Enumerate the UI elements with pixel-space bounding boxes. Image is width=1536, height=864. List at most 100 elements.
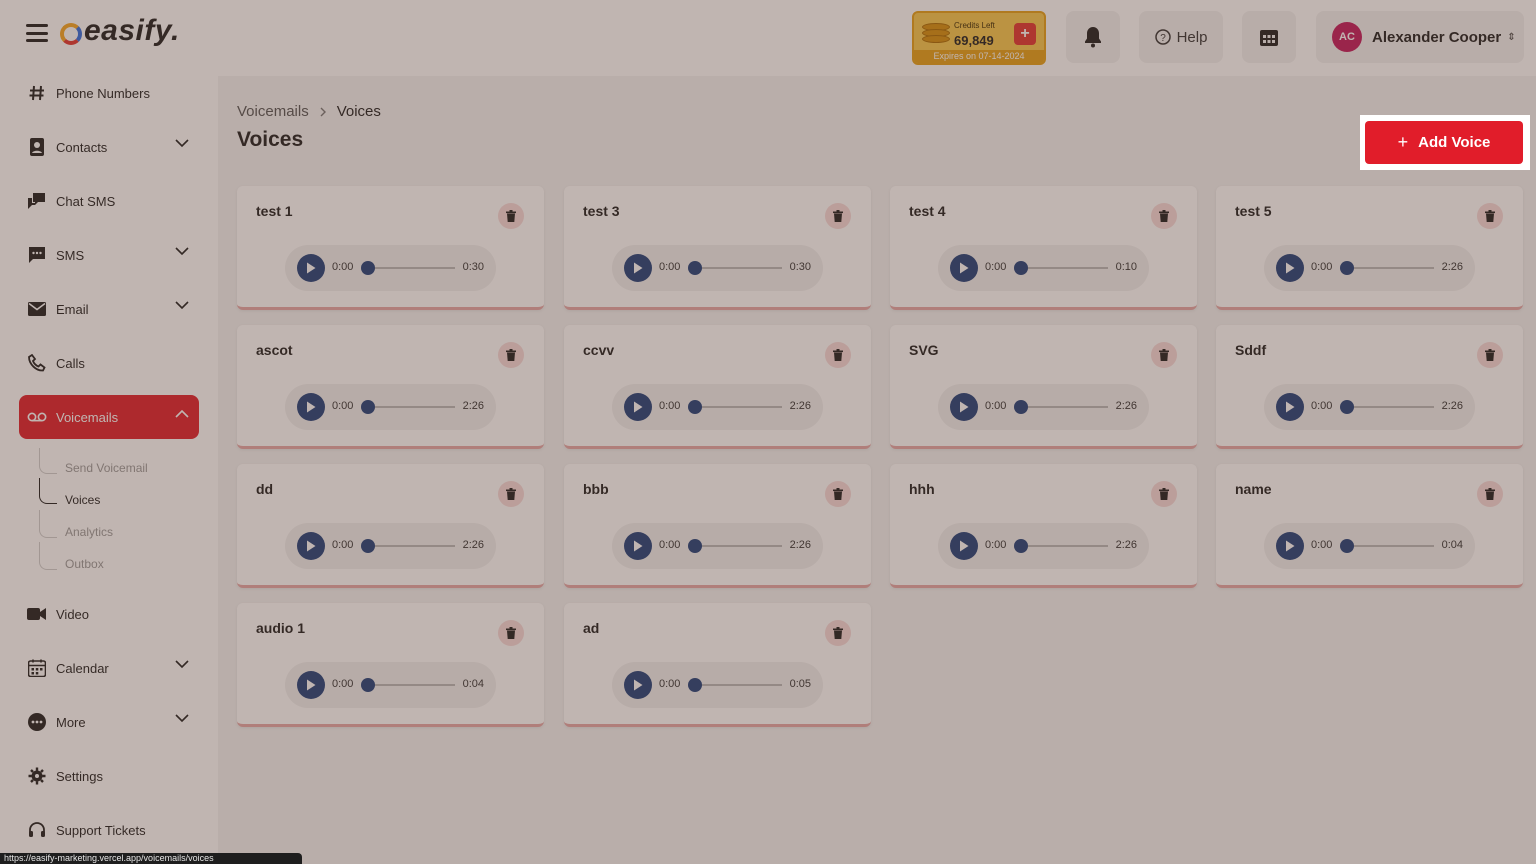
- menu-icon[interactable]: [26, 24, 48, 42]
- help-button[interactable]: ? Help: [1139, 11, 1223, 63]
- seek-track[interactable]: [1020, 267, 1108, 269]
- play-button[interactable]: [950, 254, 978, 282]
- sidebar-item-support-tickets[interactable]: Support Tickets: [19, 808, 199, 852]
- sidebar-item-calendar[interactable]: Calendar: [19, 646, 199, 690]
- seek-handle[interactable]: [688, 261, 702, 275]
- play-button[interactable]: [624, 532, 652, 560]
- seek-handle[interactable]: [361, 400, 375, 414]
- voice-card: test 3 0:00 0:30: [564, 186, 871, 310]
- delete-voice-button[interactable]: [1477, 481, 1503, 507]
- seek-handle[interactable]: [361, 261, 375, 275]
- sidebar-item-contacts[interactable]: Contacts: [19, 125, 199, 169]
- play-icon: [307, 679, 316, 691]
- play-button[interactable]: [1276, 254, 1304, 282]
- seek-handle[interactable]: [361, 678, 375, 692]
- calendar-button[interactable]: [1242, 11, 1296, 63]
- seek-track[interactable]: [367, 267, 455, 269]
- seek-track[interactable]: [694, 406, 782, 408]
- play-icon: [1286, 540, 1295, 552]
- current-time: 0:00: [332, 678, 354, 690]
- play-button[interactable]: [297, 671, 325, 699]
- seek-handle[interactable]: [361, 539, 375, 553]
- audio-player: 0:00 0:04: [285, 662, 496, 708]
- seek-track[interactable]: [1346, 267, 1434, 269]
- seek-track[interactable]: [694, 545, 782, 547]
- seek-handle[interactable]: [688, 400, 702, 414]
- sidebar-item-settings[interactable]: Settings: [19, 754, 199, 798]
- sidebar-subitem-analytics[interactable]: Analytics: [65, 525, 113, 539]
- play-button[interactable]: [297, 393, 325, 421]
- svg-text:?: ?: [1160, 33, 1166, 44]
- seek-handle[interactable]: [688, 539, 702, 553]
- breadcrumb-parent[interactable]: Voicemails: [237, 103, 309, 120]
- sidebar-subitem-voices[interactable]: Voices: [65, 493, 100, 507]
- seek-handle[interactable]: [1340, 261, 1354, 275]
- delete-voice-button[interactable]: [1151, 481, 1177, 507]
- seek-track[interactable]: [694, 267, 782, 269]
- play-button[interactable]: [950, 393, 978, 421]
- seek-track[interactable]: [367, 545, 455, 547]
- sidebar-item-label: Calendar: [56, 660, 109, 676]
- seek-track[interactable]: [1346, 406, 1434, 408]
- credits-widget[interactable]: Credits Left 69,849 + Expires on 07-14-2…: [912, 11, 1046, 65]
- delete-voice-button[interactable]: [825, 620, 851, 646]
- seek-track[interactable]: [1020, 545, 1108, 547]
- sidebar-item-chat-sms[interactable]: Chat SMS: [19, 179, 199, 223]
- delete-voice-button[interactable]: [825, 481, 851, 507]
- seek-handle[interactable]: [1014, 261, 1028, 275]
- delete-voice-button[interactable]: [498, 481, 524, 507]
- play-button[interactable]: [297, 254, 325, 282]
- delete-voice-button[interactable]: [1151, 342, 1177, 368]
- delete-voice-button[interactable]: [1151, 203, 1177, 229]
- seek-handle[interactable]: [688, 678, 702, 692]
- voice-card: audio 1 0:00 0:04: [237, 603, 544, 727]
- voice-card: test 5 0:00 2:26: [1216, 186, 1523, 310]
- play-button[interactable]: [1276, 393, 1304, 421]
- play-button[interactable]: [950, 532, 978, 560]
- sidebar-subitem-send-voicemail[interactable]: Send Voicemail: [65, 461, 148, 475]
- play-button[interactable]: [297, 532, 325, 560]
- notifications-button[interactable]: [1066, 11, 1120, 63]
- play-button[interactable]: [624, 671, 652, 699]
- seek-handle[interactable]: [1340, 400, 1354, 414]
- seek-track[interactable]: [1020, 406, 1108, 408]
- seek-handle[interactable]: [1014, 539, 1028, 553]
- add-voice-button[interactable]: + Add Voice: [1365, 121, 1523, 164]
- seek-handle[interactable]: [1340, 539, 1354, 553]
- tree-line: [39, 510, 57, 538]
- seek-handle[interactable]: [1014, 400, 1028, 414]
- play-button[interactable]: [1276, 532, 1304, 560]
- audio-player: 0:00 2:26: [938, 523, 1149, 569]
- sidebar-item-more[interactable]: More: [19, 700, 199, 744]
- sidebar-item-calls[interactable]: Calls: [19, 341, 199, 385]
- chevron-right-icon: [320, 107, 326, 116]
- play-button[interactable]: [624, 393, 652, 421]
- coins-icon: [922, 23, 950, 45]
- sidebar-item-label: Email: [56, 301, 89, 317]
- current-time: 0:00: [332, 261, 354, 273]
- seek-track[interactable]: [367, 684, 455, 686]
- user-menu-button[interactable]: AC Alexander Cooper ⇕: [1316, 11, 1524, 63]
- sidebar-item-email[interactable]: Email: [19, 287, 199, 331]
- add-credits-button[interactable]: +: [1014, 23, 1036, 45]
- delete-voice-button[interactable]: [1477, 203, 1503, 229]
- delete-voice-button[interactable]: [1477, 342, 1503, 368]
- sidebar-item-voicemails[interactable]: Voicemails: [19, 395, 199, 439]
- breadcrumb: Voicemails Voices: [237, 103, 381, 120]
- delete-voice-button[interactable]: [498, 342, 524, 368]
- sidebar-subitem-outbox[interactable]: Outbox: [65, 557, 104, 571]
- delete-voice-button[interactable]: [825, 203, 851, 229]
- delete-voice-button[interactable]: [498, 203, 524, 229]
- logo[interactable]: easify.: [60, 14, 180, 48]
- seek-track[interactable]: [367, 406, 455, 408]
- sidebar-item-video[interactable]: Video: [19, 592, 199, 636]
- seek-track[interactable]: [1346, 545, 1434, 547]
- play-icon: [307, 401, 316, 413]
- delete-voice-button[interactable]: [825, 342, 851, 368]
- sidebar-item-sms[interactable]: SMS: [19, 233, 199, 277]
- sidebar-item-phone-numbers[interactable]: Phone Numbers: [19, 71, 199, 115]
- delete-voice-button[interactable]: [498, 620, 524, 646]
- play-button[interactable]: [624, 254, 652, 282]
- audio-player: 0:00 0:04: [1264, 523, 1475, 569]
- seek-track[interactable]: [694, 684, 782, 686]
